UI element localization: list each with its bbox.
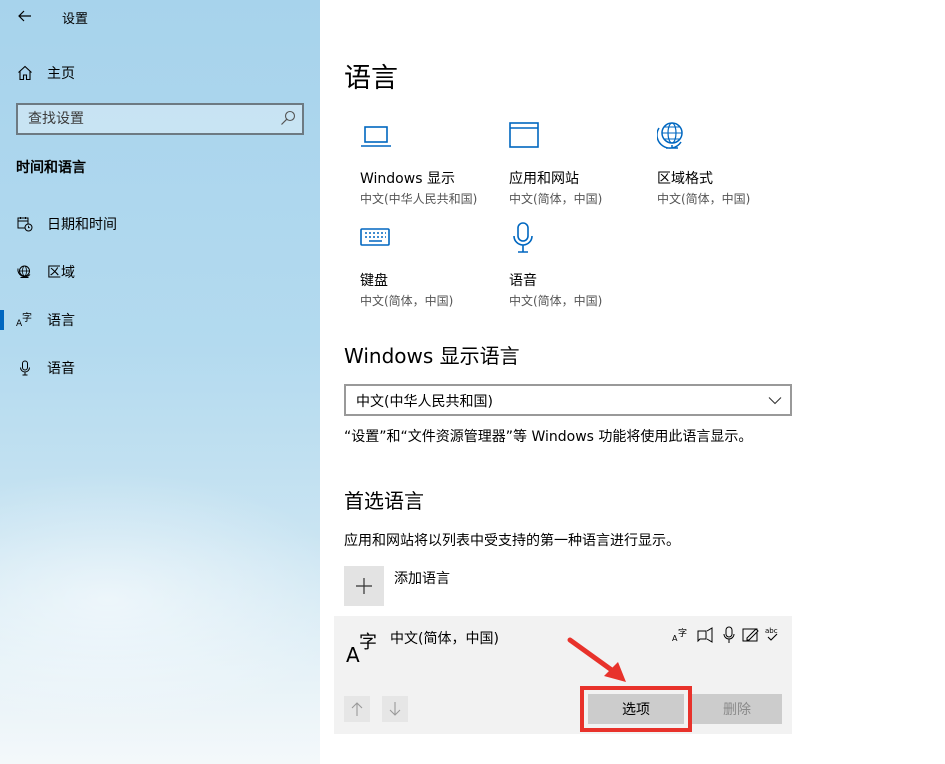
tile-title: Windows 显示 <box>360 171 455 187</box>
tile-windows-display[interactable]: Windows 显示 中文(中华人民共和国) <box>360 120 510 220</box>
page-title: 语言 <box>344 63 398 94</box>
globe-format-icon <box>657 122 683 149</box>
speech-recognition-icon <box>723 626 735 643</box>
laptop-icon <box>361 126 391 147</box>
language-icon: A 字 <box>16 311 34 329</box>
options-button[interactable]: 选项 <box>588 694 684 724</box>
search-box <box>16 103 304 135</box>
preferred-language-heading: 首选语言 <box>344 489 424 513</box>
tile-apps-websites[interactable]: 应用和网站 中文(简体，中国) <box>509 120 659 220</box>
back-arrow-icon <box>18 10 31 22</box>
language-icon: A 字 <box>346 632 377 664</box>
sidebar: 设置 主页 时间和语言 日期和时间 <box>0 0 320 764</box>
spellcheck-icon: abc <box>765 627 778 641</box>
sidebar-item-home[interactable]: 主页 <box>0 53 320 93</box>
move-up-button[interactable] <box>344 696 370 722</box>
display-language-heading: Windows 显示语言 <box>344 344 520 368</box>
chevron-down-icon <box>768 397 782 405</box>
tile-title: 应用和网站 <box>509 171 579 187</box>
tile-subtitle: 中文(简体，中国) <box>509 192 603 206</box>
dropdown-value: 中文(中华人民共和国) <box>356 394 493 410</box>
svg-text:字: 字 <box>22 312 32 324</box>
keyboard-icon <box>360 228 390 246</box>
microphone-icon <box>16 359 34 377</box>
add-tile <box>344 566 384 606</box>
tile-title: 区域格式 <box>657 171 713 187</box>
handwriting-icon <box>742 628 759 642</box>
tile-keyboard[interactable]: 键盘 中文(简体，中国) <box>360 222 510 322</box>
move-down-button[interactable] <box>382 696 408 722</box>
svg-text:abc: abc <box>765 627 778 635</box>
sidebar-item-region[interactable]: 区域 <box>0 252 320 292</box>
display-language-icon: A 字 <box>672 627 687 643</box>
tile-title: 语音 <box>509 273 537 289</box>
microphone-icon <box>513 222 533 253</box>
search-icon[interactable] <box>280 110 296 126</box>
tile-subtitle: 中文(简体，中国) <box>657 192 751 206</box>
tile-speech[interactable]: 语音 中文(简体，中国) <box>509 222 659 322</box>
sidebar-item-label: 主页 <box>47 66 75 82</box>
add-language-label: 添加语言 <box>394 571 450 587</box>
svg-text:字: 字 <box>359 632 377 653</box>
sidebar-background-glow <box>0 470 320 730</box>
main-content: 语言 Windows 显示 中文(中华人民共和国) 应用和网站 中文(简体，中国… <box>320 0 945 764</box>
svg-text:A: A <box>346 643 360 664</box>
language-name: 中文(简体，中国) <box>390 631 499 647</box>
plus-icon <box>356 578 372 594</box>
sidebar-item-label: 语音 <box>47 361 75 377</box>
search-input[interactable] <box>18 105 268 133</box>
sidebar-section-title: 时间和语言 <box>16 160 86 176</box>
text-to-speech-icon <box>697 627 713 643</box>
tile-subtitle: 中文(简体，中国) <box>509 294 603 308</box>
remove-button[interactable]: 删除 <box>692 694 782 724</box>
sidebar-item-speech[interactable]: 语音 <box>0 348 320 388</box>
arrow-up-icon <box>351 702 363 716</box>
tile-subtitle: 中文(中华人民共和国) <box>360 192 478 206</box>
svg-text:字: 字 <box>678 627 687 639</box>
arrow-down-icon <box>389 702 401 716</box>
globe-icon <box>16 263 34 281</box>
sidebar-item-label: 区域 <box>47 265 75 281</box>
home-icon <box>16 64 34 82</box>
display-language-description: “设置”和“文件资源管理器”等 Windows 功能将使用此语言显示。 <box>344 429 753 445</box>
sidebar-item-language[interactable]: A 字 语言 <box>0 300 320 340</box>
title-bar: 设置 <box>0 0 320 32</box>
tile-title: 键盘 <box>360 273 388 289</box>
sidebar-item-label: 语言 <box>47 313 75 329</box>
tile-regional-format[interactable]: 区域格式 中文(简体，中国) <box>657 120 807 220</box>
sidebar-item-label: 日期和时间 <box>47 217 117 233</box>
window-title: 设置 <box>62 12 89 27</box>
calendar-clock-icon <box>16 215 34 233</box>
preferred-language-description: 应用和网站将以列表中受支持的第一种语言进行显示。 <box>344 533 680 549</box>
annotation-arrow-icon <box>567 637 626 682</box>
back-button[interactable] <box>12 4 38 28</box>
add-language-button[interactable]: 添加语言 <box>344 566 544 606</box>
sidebar-item-date-time[interactable]: 日期和时间 <box>0 204 320 244</box>
tile-subtitle: 中文(简体，中国) <box>360 294 454 308</box>
display-language-dropdown[interactable]: 中文(中华人民共和国) <box>344 384 792 416</box>
browser-window-icon <box>509 122 539 148</box>
